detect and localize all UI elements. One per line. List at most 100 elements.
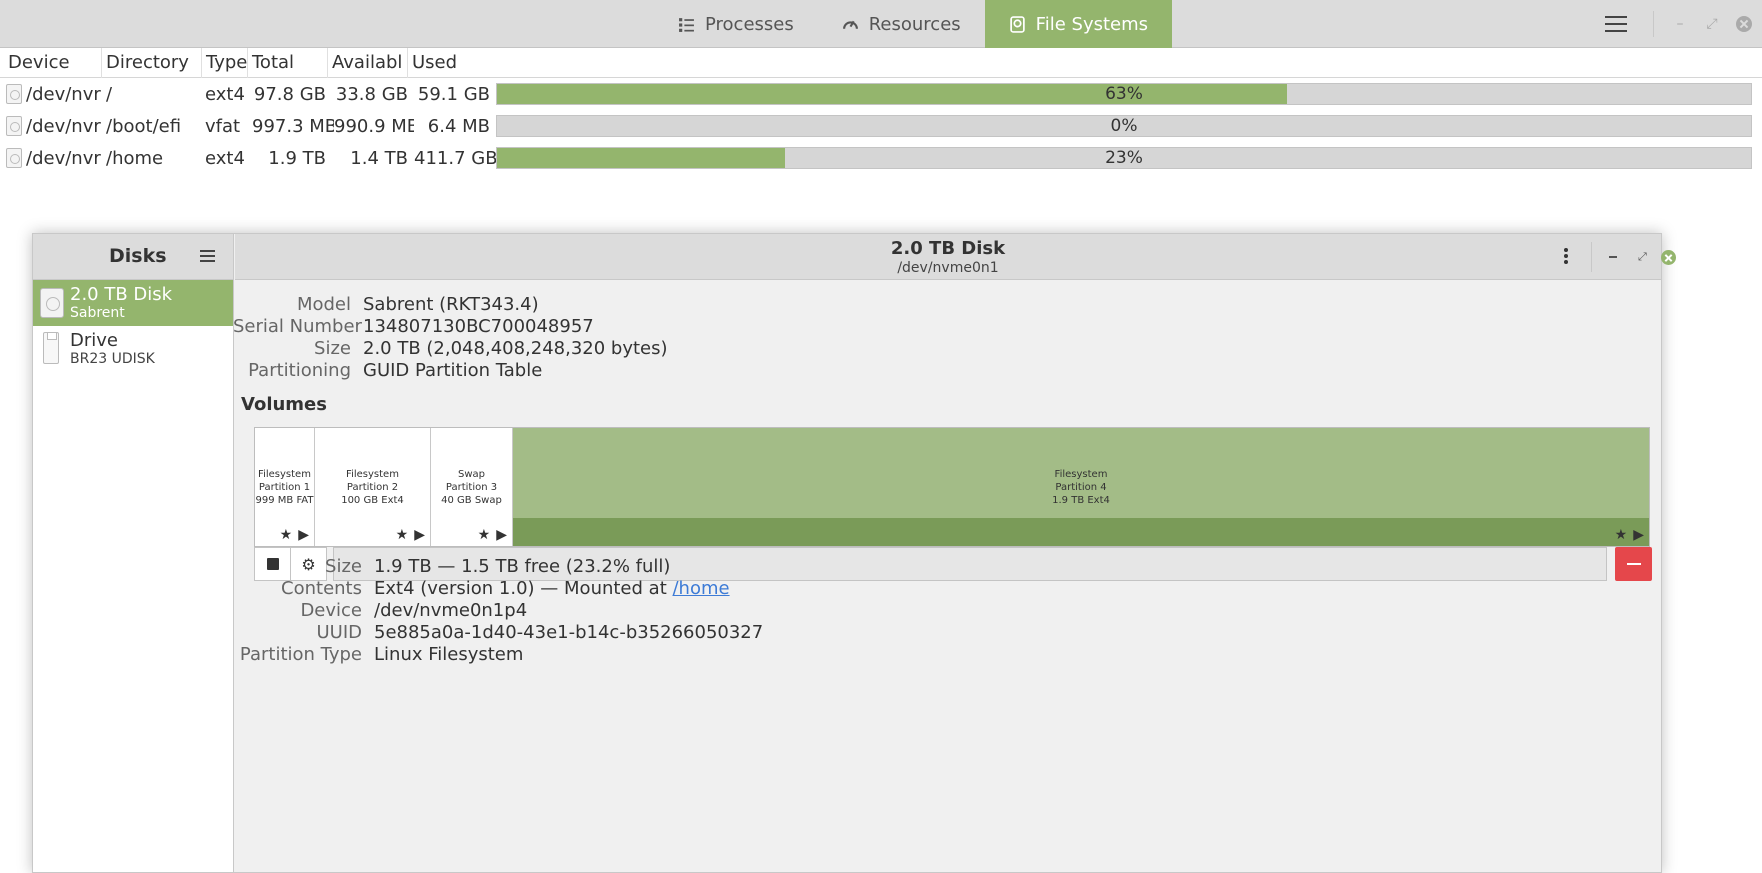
drive-icon <box>6 116 22 136</box>
disks-window: Disks 2.0 TB Disk /dev/nvme0n1 ⤢ 2.0 TB … <box>32 233 1676 873</box>
uuid-value: 5e885a0a-1d40-43e1-b14c-b35266050327 <box>374 622 764 643</box>
play-icon: ▶ <box>496 527 507 543</box>
column-available[interactable]: Availabl <box>328 47 408 78</box>
drive-item-usb[interactable]: Drive BR23 UDISK <box>33 326 233 372</box>
drive-name: 2.0 TB Disk <box>70 284 173 305</box>
disk-icon <box>1009 15 1025 33</box>
tab-bar: Processes Resources File Systems <box>654 0 1173 48</box>
total-cell: 1.9 TB <box>268 147 326 169</box>
disks-title: Disks <box>109 245 167 267</box>
disks-headerbar: 2.0 TB Disk /dev/nvme0n1 ⤢ <box>235 234 1676 280</box>
partition-4[interactable]: Filesystem Partition 4 1.9 TB Ext4 ★ ▶ <box>513 428 1649 546</box>
list-icon <box>679 17 694 32</box>
drive-name: Drive <box>70 330 118 351</box>
usage-bar: 63% <box>496 83 1752 105</box>
star-icon: ★ <box>1614 527 1628 543</box>
minimize-icon[interactable] <box>1609 256 1617 258</box>
partition-label: Filesystem Partition 1 999 MB FAT <box>255 469 314 506</box>
mount-point-link[interactable]: /home <box>672 578 729 599</box>
usage-bar: 23% <box>496 147 1752 169</box>
usage-percent: 23% <box>1105 148 1143 168</box>
partition-type-value: Linux Filesystem <box>374 644 524 665</box>
volumes-heading: Volumes <box>241 394 327 415</box>
maximize-icon[interactable]: ⤢ <box>1704 16 1720 32</box>
partition-label: Filesystem Partition 2 100 GB Ext4 <box>341 469 404 506</box>
type-cell: vfat <box>205 115 241 137</box>
drive-vendor: Sabrent <box>70 305 125 321</box>
close-icon[interactable] <box>1736 16 1752 32</box>
close-icon[interactable] <box>1661 250 1676 265</box>
tab-file-systems[interactable]: File Systems <box>984 0 1173 48</box>
contents-label: Contents <box>281 578 362 599</box>
file-systems-table: Device Directory Type Total Availabl Use… <box>0 47 1762 174</box>
table-header: Device Directory Type Total Availabl Use… <box>0 47 1762 78</box>
gauge-icon <box>842 20 858 29</box>
disk-title: 2.0 TB Disk <box>890 238 1006 259</box>
table-row[interactable]: /dev/nvr /home ext4 1.9 TB 1.4 TB 411.7 … <box>0 142 1762 174</box>
type-cell: ext4 <box>205 83 245 105</box>
partitioning-value: GUID Partition Table <box>363 360 543 381</box>
drive-icon <box>6 84 22 104</box>
more-options-icon[interactable] <box>1564 248 1568 264</box>
usage-bar: 0% <box>496 115 1752 137</box>
available-cell: 990.9 MB <box>334 115 414 137</box>
device-label: Device <box>300 600 362 621</box>
window-controls: – ⤢ <box>1605 0 1762 48</box>
column-directory[interactable]: Directory <box>102 47 202 78</box>
volume-map: Filesystem Partition 1 999 MB FAT ★ ▶ Files… <box>254 427 1650 547</box>
disk-device-path: /dev/nvme0n1 <box>897 260 999 276</box>
volume-size-value: 1.9 TB — 1.5 TB free (23.2% full) <box>374 556 671 577</box>
tab-resources-label: Resources <box>868 13 961 35</box>
model-value: Sabrent (RKT343.4) <box>363 294 539 315</box>
play-icon: ▶ <box>1633 527 1644 543</box>
delete-partition-button[interactable] <box>1615 547 1652 581</box>
drive-icon <box>6 148 22 168</box>
hard-disk-icon <box>40 288 64 318</box>
partition-3[interactable]: Swap Partition 3 40 GB Swap ★ ▶ <box>431 428 513 546</box>
directory-cell: / <box>106 83 113 105</box>
maximize-icon[interactable]: ⤢ <box>1638 250 1647 264</box>
table-row[interactable]: /dev/nvr / ext4 97.8 GB 33.8 GB 59.1 GB … <box>0 78 1762 110</box>
partition-type-label: Partition Type <box>239 644 362 665</box>
table-row[interactable]: /dev/nvr /boot/efi vfat 997.3 MB 990.9 M… <box>0 110 1762 142</box>
separator <box>1653 11 1654 37</box>
partition-1[interactable]: Filesystem Partition 1 999 MB FAT ★ ▶ <box>255 428 315 546</box>
play-icon: ▶ <box>414 527 425 543</box>
usage-percent: 63% <box>1105 84 1143 104</box>
menu-icon[interactable] <box>1605 16 1627 32</box>
drive-item-2tb-disk[interactable]: 2.0 TB Disk Sabrent <box>33 280 233 326</box>
minus-icon <box>1626 563 1641 565</box>
used-cell: 6.4 MB <box>427 115 490 137</box>
hamburger-menu-icon[interactable] <box>200 250 215 262</box>
tab-processes-label: Processes <box>705 13 794 35</box>
partition-icons: ★ ▶ <box>1615 527 1644 543</box>
partition-2[interactable]: Filesystem Partition 2 100 GB Ext4 ★ ▶ <box>315 428 431 546</box>
partition-icons: ★ ▶ <box>280 527 309 543</box>
partition-label: Filesystem Partition 4 1.9 TB Ext4 <box>1052 469 1110 506</box>
tab-file-systems-label: File Systems <box>1035 13 1149 35</box>
contents-text: Ext4 (version 1.0) — Mounted at <box>374 578 667 599</box>
column-used[interactable]: Used <box>408 48 1762 78</box>
uuid-label: UUID <box>316 622 362 643</box>
disks-sidebar-header: Disks <box>33 234 234 280</box>
column-type[interactable]: Type <box>202 47 248 78</box>
column-device[interactable]: Device <box>4 47 102 78</box>
volume-size-label: Size <box>325 556 362 577</box>
separator <box>1591 242 1592 272</box>
partitioning-label: Partitioning <box>248 360 351 381</box>
used-cell: 411.7 GB <box>414 147 496 169</box>
directory-cell: /home <box>106 147 164 169</box>
type-cell: ext4 <box>205 147 245 169</box>
play-icon: ▶ <box>298 527 309 543</box>
usage-percent: 0% <box>1110 116 1138 136</box>
contents-value: Ext4 (version 1.0) — Mounted at /home <box>374 578 730 599</box>
drive-list: 2.0 TB Disk Sabrent Drive BR23 UDISK <box>33 280 234 872</box>
serial-label: Serial Number <box>233 316 362 337</box>
tab-resources[interactable]: Resources <box>818 0 985 48</box>
column-total[interactable]: Total <box>248 47 328 78</box>
directory-cell: /boot/efi <box>106 115 182 137</box>
device-cell: /dev/nvr <box>26 115 101 137</box>
partition-icons: ★ ▶ <box>478 527 507 543</box>
tab-processes[interactable]: Processes <box>654 0 818 48</box>
minimize-icon[interactable]: – <box>1672 16 1688 32</box>
